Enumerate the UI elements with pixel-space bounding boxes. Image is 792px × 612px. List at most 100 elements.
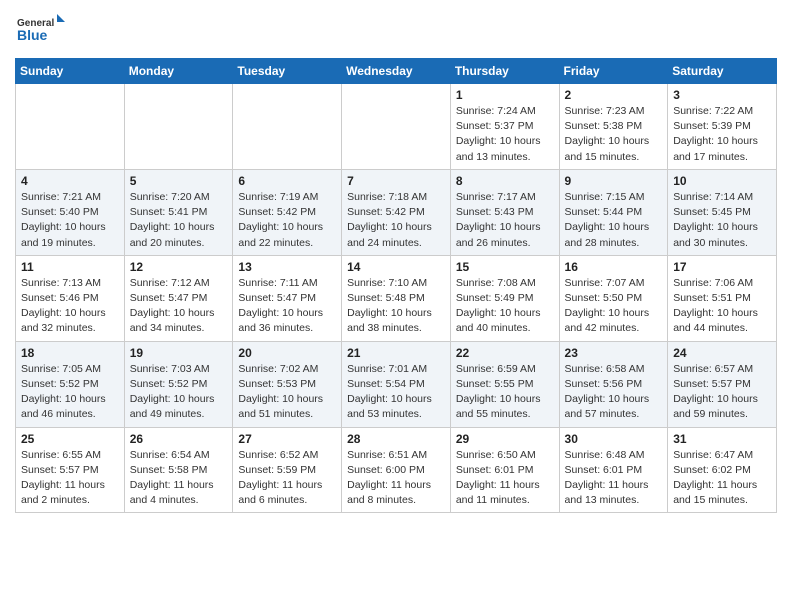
day-info: Sunrise: 7:11 AMSunset: 5:47 PMDaylight:… xyxy=(238,276,336,337)
day-info: Sunrise: 7:08 AMSunset: 5:49 PMDaylight:… xyxy=(456,276,554,337)
day-number: 23 xyxy=(565,346,663,360)
calendar-cell: 30 Sunrise: 6:48 AMSunset: 6:01 PMDayligh… xyxy=(559,427,668,513)
calendar-cell xyxy=(342,84,451,170)
calendar-cell: 22 Sunrise: 6:59 AMSunset: 5:55 PMDayligh… xyxy=(450,341,559,427)
calendar-cell: 27 Sunrise: 6:52 AMSunset: 5:59 PMDayligh… xyxy=(233,427,342,513)
day-number: 25 xyxy=(21,432,119,446)
svg-text:Blue: Blue xyxy=(17,27,48,43)
day-number: 31 xyxy=(673,432,771,446)
calendar-cell: 14 Sunrise: 7:10 AMSunset: 5:48 PMDayligh… xyxy=(342,255,451,341)
calendar-week-5: 25 Sunrise: 6:55 AMSunset: 5:57 PMDayligh… xyxy=(16,427,777,513)
day-number: 21 xyxy=(347,346,445,360)
day-number: 17 xyxy=(673,260,771,274)
day-info: Sunrise: 7:10 AMSunset: 5:48 PMDaylight:… xyxy=(347,276,445,337)
calendar-cell: 21 Sunrise: 7:01 AMSunset: 5:54 PMDayligh… xyxy=(342,341,451,427)
calendar-cell: 25 Sunrise: 6:55 AMSunset: 5:57 PMDayligh… xyxy=(16,427,125,513)
day-number: 10 xyxy=(673,174,771,188)
calendar-cell: 23 Sunrise: 6:58 AMSunset: 5:56 PMDayligh… xyxy=(559,341,668,427)
weekday-header-friday: Friday xyxy=(559,59,668,84)
day-info: Sunrise: 6:54 AMSunset: 5:58 PMDaylight:… xyxy=(130,448,228,509)
day-info: Sunrise: 7:24 AMSunset: 5:37 PMDaylight:… xyxy=(456,104,554,165)
weekday-header-monday: Monday xyxy=(124,59,233,84)
day-info: Sunrise: 7:19 AMSunset: 5:42 PMDaylight:… xyxy=(238,190,336,251)
day-number: 28 xyxy=(347,432,445,446)
day-number: 20 xyxy=(238,346,336,360)
calendar-cell: 4Sunrise: 7:21 AMSunset: 5:40 PMDaylight… xyxy=(16,169,125,255)
calendar-cell: 24 Sunrise: 6:57 AMSunset: 5:57 PMDayligh… xyxy=(668,341,777,427)
day-number: 12 xyxy=(130,260,228,274)
logo: General Blue xyxy=(15,10,65,50)
calendar-cell: 11Sunrise: 7:13 AMSunset: 5:46 PMDayligh… xyxy=(16,255,125,341)
logo-svg: General Blue xyxy=(15,10,65,50)
calendar-table: SundayMondayTuesdayWednesdayThursdayFrid… xyxy=(15,58,777,513)
calendar-cell xyxy=(16,84,125,170)
day-number: 7 xyxy=(347,174,445,188)
day-info: Sunrise: 7:06 AMSunset: 5:51 PMDaylight:… xyxy=(673,276,771,337)
calendar-cell: 7 Sunrise: 7:18 AMSunset: 5:42 PMDaylight… xyxy=(342,169,451,255)
calendar-week-3: 11Sunrise: 7:13 AMSunset: 5:46 PMDayligh… xyxy=(16,255,777,341)
day-number: 6 xyxy=(238,174,336,188)
calendar-cell: 8Sunrise: 7:17 AMSunset: 5:43 PMDaylight… xyxy=(450,169,559,255)
calendar-cell: 6 Sunrise: 7:19 AMSunset: 5:42 PMDaylight… xyxy=(233,169,342,255)
day-info: Sunrise: 6:55 AMSunset: 5:57 PMDaylight:… xyxy=(21,448,119,509)
day-info: Sunrise: 6:50 AMSunset: 6:01 PMDaylight:… xyxy=(456,448,554,509)
day-info: Sunrise: 7:23 AMSunset: 5:38 PMDaylight:… xyxy=(565,104,663,165)
day-number: 24 xyxy=(673,346,771,360)
day-number: 14 xyxy=(347,260,445,274)
calendar-cell: 29Sunrise: 6:50 AMSunset: 6:01 PMDayligh… xyxy=(450,427,559,513)
day-number: 16 xyxy=(565,260,663,274)
day-info: Sunrise: 7:22 AMSunset: 5:39 PMDaylight:… xyxy=(673,104,771,165)
day-number: 26 xyxy=(130,432,228,446)
day-number: 13 xyxy=(238,260,336,274)
calendar-cell: 12 Sunrise: 7:12 AMSunset: 5:47 PMDayligh… xyxy=(124,255,233,341)
day-number: 30 xyxy=(565,432,663,446)
calendar-cell: 10 Sunrise: 7:14 AMSunset: 5:45 PMDayligh… xyxy=(668,169,777,255)
weekday-header-wednesday: Wednesday xyxy=(342,59,451,84)
day-info: Sunrise: 6:57 AMSunset: 5:57 PMDaylight:… xyxy=(673,362,771,423)
calendar-cell xyxy=(124,84,233,170)
calendar-cell: 9 Sunrise: 7:15 AMSunset: 5:44 PMDaylight… xyxy=(559,169,668,255)
calendar-cell: 13 Sunrise: 7:11 AMSunset: 5:47 PMDayligh… xyxy=(233,255,342,341)
day-info: Sunrise: 7:02 AMSunset: 5:53 PMDaylight:… xyxy=(238,362,336,423)
calendar-week-1: 1 Sunrise: 7:24 AMSunset: 5:37 PMDaylight… xyxy=(16,84,777,170)
weekday-header-row: SundayMondayTuesdayWednesdayThursdayFrid… xyxy=(16,59,777,84)
day-number: 3 xyxy=(673,88,771,102)
day-info: Sunrise: 6:47 AMSunset: 6:02 PMDaylight:… xyxy=(673,448,771,509)
weekday-header-saturday: Saturday xyxy=(668,59,777,84)
day-number: 22 xyxy=(456,346,554,360)
day-number: 27 xyxy=(238,432,336,446)
day-info: Sunrise: 7:17 AMSunset: 5:43 PMDaylight:… xyxy=(456,190,554,251)
day-number: 1 xyxy=(456,88,554,102)
weekday-header-sunday: Sunday xyxy=(16,59,125,84)
day-number: 4 xyxy=(21,174,119,188)
day-number: 11 xyxy=(21,260,119,274)
day-info: Sunrise: 7:03 AMSunset: 5:52 PMDaylight:… xyxy=(130,362,228,423)
day-info: Sunrise: 7:05 AMSunset: 5:52 PMDaylight:… xyxy=(21,362,119,423)
calendar-cell: 16 Sunrise: 7:07 AMSunset: 5:50 PMDayligh… xyxy=(559,255,668,341)
calendar-body: 1 Sunrise: 7:24 AMSunset: 5:37 PMDaylight… xyxy=(16,84,777,513)
day-number: 2 xyxy=(565,88,663,102)
calendar-cell: 3 Sunrise: 7:22 AMSunset: 5:39 PMDaylight… xyxy=(668,84,777,170)
calendar-cell xyxy=(233,84,342,170)
day-info: Sunrise: 6:59 AMSunset: 5:55 PMDaylight:… xyxy=(456,362,554,423)
day-number: 19 xyxy=(130,346,228,360)
day-number: 18 xyxy=(21,346,119,360)
day-number: 9 xyxy=(565,174,663,188)
calendar-cell: 20 Sunrise: 7:02 AMSunset: 5:53 PMDayligh… xyxy=(233,341,342,427)
header: General Blue xyxy=(15,10,777,50)
weekday-header-thursday: Thursday xyxy=(450,59,559,84)
day-info: Sunrise: 6:52 AMSunset: 5:59 PMDaylight:… xyxy=(238,448,336,509)
day-info: Sunrise: 7:01 AMSunset: 5:54 PMDaylight:… xyxy=(347,362,445,423)
calendar-cell: 26 Sunrise: 6:54 AMSunset: 5:58 PMDayligh… xyxy=(124,427,233,513)
day-info: Sunrise: 7:18 AMSunset: 5:42 PMDaylight:… xyxy=(347,190,445,251)
day-info: Sunrise: 7:15 AMSunset: 5:44 PMDaylight:… xyxy=(565,190,663,251)
calendar-cell: 17 Sunrise: 7:06 AMSunset: 5:51 PMDayligh… xyxy=(668,255,777,341)
day-info: Sunrise: 7:12 AMSunset: 5:47 PMDaylight:… xyxy=(130,276,228,337)
day-info: Sunrise: 6:51 AMSunset: 6:00 PMDaylight:… xyxy=(347,448,445,509)
day-number: 5 xyxy=(130,174,228,188)
day-info: Sunrise: 6:48 AMSunset: 6:01 PMDaylight:… xyxy=(565,448,663,509)
day-info: Sunrise: 7:07 AMSunset: 5:50 PMDaylight:… xyxy=(565,276,663,337)
day-info: Sunrise: 7:14 AMSunset: 5:45 PMDaylight:… xyxy=(673,190,771,251)
calendar-header: SundayMondayTuesdayWednesdayThursdayFrid… xyxy=(16,59,777,84)
day-info: Sunrise: 6:58 AMSunset: 5:56 PMDaylight:… xyxy=(565,362,663,423)
